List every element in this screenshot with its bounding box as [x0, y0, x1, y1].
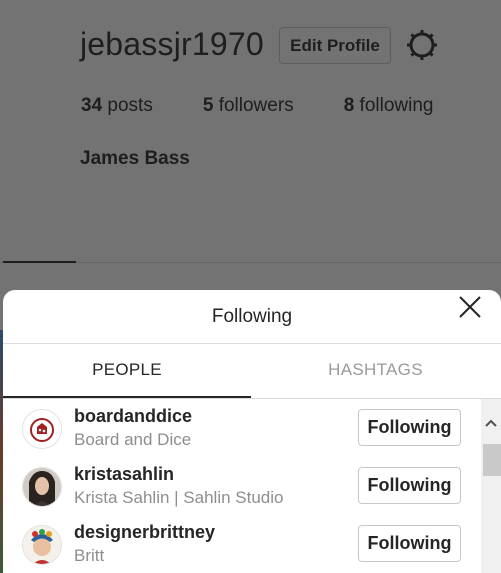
profile-stats: 34 posts 5 followers 8 following: [81, 95, 483, 117]
list-scrollbar[interactable]: [481, 399, 501, 573]
followers-stat[interactable]: 5 followers: [203, 95, 294, 117]
modal-tabs: PEOPLE HASHTAGS: [3, 344, 501, 399]
gear-icon[interactable]: [406, 29, 438, 61]
following-list: boardanddice Board and Dice Following kr…: [3, 399, 501, 573]
tab-hashtags[interactable]: HASHTAGS: [251, 344, 500, 398]
profile-full-name: James Bass: [80, 148, 190, 169]
posts-tab-indicator: [3, 261, 76, 263]
edit-profile-button[interactable]: Edit Profile: [279, 27, 391, 64]
followers-label: followers: [218, 95, 294, 116]
following-stat[interactable]: 8 following: [344, 95, 434, 117]
scrollbar-thumb[interactable]: [483, 444, 501, 476]
list-item-username[interactable]: designerbrittney: [74, 522, 215, 543]
list-item-display-name: Britt: [74, 546, 105, 565]
following-count: 8: [343, 95, 355, 116]
following-button[interactable]: Following: [358, 409, 461, 446]
list-item[interactable]: designerbrittney Britt Following: [3, 515, 481, 573]
modal-title: Following: [211, 306, 293, 327]
modal-header: Following: [3, 290, 501, 344]
posts-count: 34: [81, 95, 103, 116]
person-photo[interactable]: [22, 525, 62, 565]
list-item[interactable]: boardanddice Board and Dice Following: [3, 399, 481, 457]
profile-username: jebassjr1970: [80, 26, 264, 62]
board-and-dice-logo[interactable]: [22, 409, 62, 449]
person-photo[interactable]: [22, 467, 62, 507]
posts-stat: 34 posts: [81, 95, 153, 117]
list-item-username[interactable]: boardanddice: [74, 406, 192, 427]
posts-label: posts: [107, 95, 153, 116]
list-item-display-name: Krista Sahlin | Sahlin Studio: [74, 488, 284, 507]
list-item-username[interactable]: kristasahlin: [74, 464, 174, 485]
tab-people[interactable]: PEOPLE: [3, 344, 251, 398]
following-button[interactable]: Following: [358, 467, 461, 504]
list-item[interactable]: kristasahlin Krista Sahlin | Sahlin Stud…: [3, 457, 481, 515]
list-item-display-name: Board and Dice: [74, 430, 192, 449]
following-modal: Following PEOPLE HASHTAGS boardanddice B…: [3, 290, 501, 573]
close-icon[interactable]: [455, 292, 485, 322]
following-button[interactable]: Following: [358, 525, 461, 562]
followers-count: 5: [202, 95, 214, 116]
following-label: following: [359, 95, 434, 116]
chevron-up-icon[interactable]: [484, 417, 498, 429]
